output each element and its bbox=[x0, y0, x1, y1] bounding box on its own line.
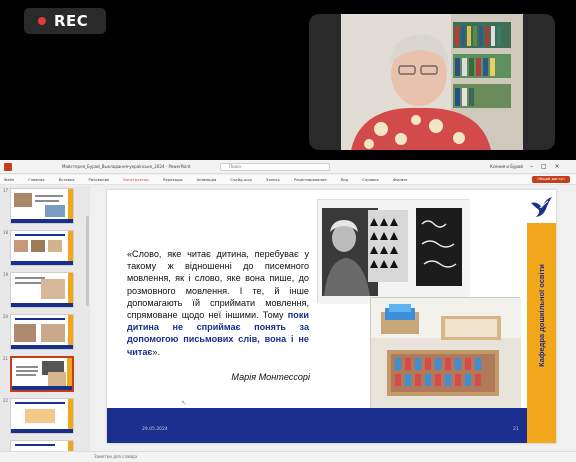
slide-thumbnail-selected[interactable] bbox=[10, 356, 74, 392]
close-icon[interactable]: × bbox=[555, 163, 560, 170]
slide-number: 21 bbox=[513, 427, 519, 432]
tab-draw[interactable]: Рисование bbox=[89, 178, 110, 182]
slide-thumbnail[interactable] bbox=[10, 314, 74, 350]
slide-thumbnail[interactable] bbox=[10, 440, 74, 451]
thumbnails-scrollbar[interactable] bbox=[86, 216, 89, 306]
department-caption: Кафедра дошкільної освіти bbox=[537, 264, 547, 367]
notes-label[interactable]: Заметки для слайда bbox=[94, 454, 137, 459]
tab-record[interactable]: Запись bbox=[266, 178, 280, 182]
slide-thumbnail[interactable] bbox=[10, 272, 74, 308]
mouse-cursor-icon: ↖ bbox=[181, 399, 187, 407]
tab-file[interactable]: Файл bbox=[4, 178, 14, 182]
tab-home[interactable]: Главная bbox=[28, 178, 44, 182]
slide-quote: «Слово, яке читає дитина, перебуває у та… bbox=[127, 248, 309, 358]
thumbnail-number: 22 bbox=[3, 398, 9, 403]
minimize-icon[interactable]: – bbox=[530, 163, 533, 170]
slide-footer-band: 29.05.2024 21 bbox=[107, 408, 527, 443]
search-input[interactable]: Поиск bbox=[220, 163, 330, 171]
maximize-icon[interactable]: □ bbox=[541, 163, 547, 170]
recording-label: REC bbox=[54, 12, 89, 30]
participant-video-feed bbox=[341, 14, 523, 150]
powerpoint-icon[interactable] bbox=[4, 162, 12, 171]
thumbnail-number: 21 bbox=[3, 356, 9, 361]
tab-slideshow[interactable]: Слайд-шоу bbox=[230, 178, 252, 182]
slide-thumbnail[interactable] bbox=[10, 230, 74, 266]
ribbon-tabs: Файл Главная Вставка Рисование Конструкт… bbox=[0, 175, 576, 185]
montessori-photo-image bbox=[318, 200, 470, 304]
department-side-bar: Кафедра дошкільної освіти bbox=[527, 223, 556, 443]
tab-design[interactable]: Конструктор bbox=[123, 178, 148, 182]
materials-photo bbox=[370, 297, 521, 410]
share-button[interactable]: Общий доступ bbox=[532, 176, 570, 183]
current-slide[interactable]: «Слово, яке читає дитина, перебуває у та… bbox=[107, 190, 556, 443]
thumbnail-number: 19 bbox=[3, 272, 9, 277]
recording-badge: REC bbox=[24, 8, 106, 34]
slide-date: 29.05.2024 bbox=[142, 427, 168, 432]
tab-format[interactable]: Формат bbox=[393, 178, 408, 182]
tab-animations[interactable]: Анимация bbox=[197, 178, 217, 182]
quote-end: ». bbox=[152, 346, 160, 357]
user-name[interactable]: Ксения и Бурой bbox=[490, 164, 523, 169]
participant-video-image bbox=[341, 14, 523, 150]
shared-screen-powerpoint: Майстерня_Бурой_Выкладання-українське_20… bbox=[0, 160, 576, 462]
tab-help[interactable]: Справка bbox=[362, 178, 379, 182]
notes-bar: Заметки для слайда bbox=[0, 451, 576, 462]
thumbnail-number: 20 bbox=[3, 314, 9, 319]
slide-thumbnail[interactable] bbox=[10, 398, 74, 434]
quote-text: «Слово, яке читає дитина, перебуває у та… bbox=[127, 249, 309, 321]
slide-thumbnail[interactable] bbox=[10, 188, 74, 224]
thumbnail-number: 18 bbox=[3, 230, 9, 235]
participant-video-tile[interactable] bbox=[309, 14, 555, 150]
bird-logo-icon bbox=[531, 197, 552, 217]
quote-author: Марія Монтессорі bbox=[231, 372, 310, 382]
tab-insert[interactable]: Вставка bbox=[59, 178, 75, 182]
montessori-photo bbox=[317, 199, 470, 304]
recording-dot-icon bbox=[38, 17, 46, 25]
screen: REC Майстерня_Бурой_Выкладання-українськ… bbox=[0, 0, 576, 462]
slide-thumbnails-panel: 17 18 19 20 21 22 bbox=[0, 186, 90, 451]
thumbnail-number: 17 bbox=[3, 188, 9, 193]
document-title: Майстерня_Бурой_Выкладання-українське_20… bbox=[62, 164, 191, 169]
tab-transitions[interactable]: Переходы bbox=[163, 178, 183, 182]
tab-review[interactable]: Рецензирование bbox=[294, 178, 327, 182]
window-controls: – □ × bbox=[530, 163, 560, 170]
materials-photo-image bbox=[371, 298, 521, 410]
tab-view[interactable]: Вид bbox=[341, 178, 349, 182]
